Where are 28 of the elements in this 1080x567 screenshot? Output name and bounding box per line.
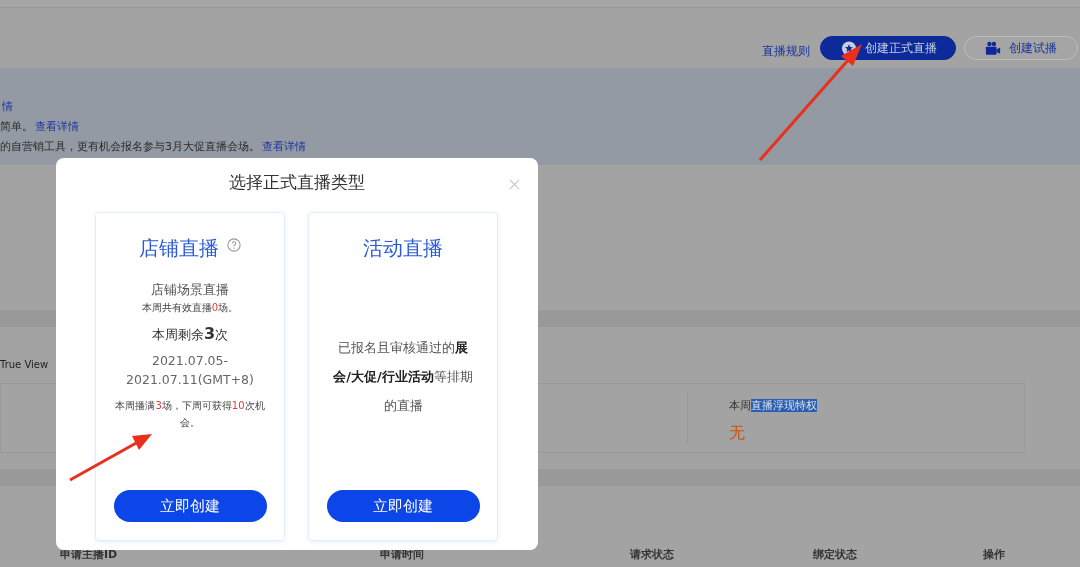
stat-value: 无 — [729, 423, 746, 444]
notice-text: 的自营销工具，更有机会报名参与3月大促直播会场。 — [0, 138, 260, 154]
card-subtitle: 店铺场景直播 — [150, 281, 230, 299]
close-icon[interactable] — [509, 179, 520, 190]
stat-label: 本周直播浮现特权 — [729, 398, 817, 413]
date-range: 2021.07.05-2021.07.11(GMT+8) — [125, 352, 255, 389]
remaining-count: 本周剩余3次 — [150, 324, 230, 344]
details-link[interactable]: 情 — [2, 98, 13, 114]
card-hint: 本周播满3场，下周可获得10次机会。 — [114, 399, 266, 430]
rules-link[interactable]: 直播规则 — [762, 43, 810, 60]
card-description: 已报名且审核通过的展会/大促/行业活动等排期的直播 — [332, 339, 474, 415]
create-now-button[interactable]: 立即创建 — [113, 490, 267, 522]
card-title: 活动直播 — [363, 234, 443, 262]
create-now-button[interactable]: 立即创建 — [326, 490, 480, 522]
column-header: 绑定状态 — [813, 547, 857, 562]
card-title: 店铺直播 — [139, 234, 219, 262]
create-button[interactable]: 创建正式直播 — [820, 36, 956, 60]
details-link[interactable]: 查看详情 — [35, 118, 79, 134]
section-label: True View — [0, 359, 49, 370]
help-icon[interactable] — [227, 238, 241, 252]
notice-text: 简单。 — [0, 118, 33, 134]
column-header: 请求状态 — [630, 547, 674, 562]
video-camera-icon — [985, 40, 1001, 56]
dialog-title: 选择正式直播类型 — [229, 172, 365, 192]
column-header: 操作 — [983, 547, 1005, 562]
create-button[interactable]: 创建试播 — [964, 36, 1078, 60]
details-link[interactable]: 查看详情 — [262, 138, 306, 154]
card-note: 本周共有效直播0场。 — [140, 301, 240, 315]
